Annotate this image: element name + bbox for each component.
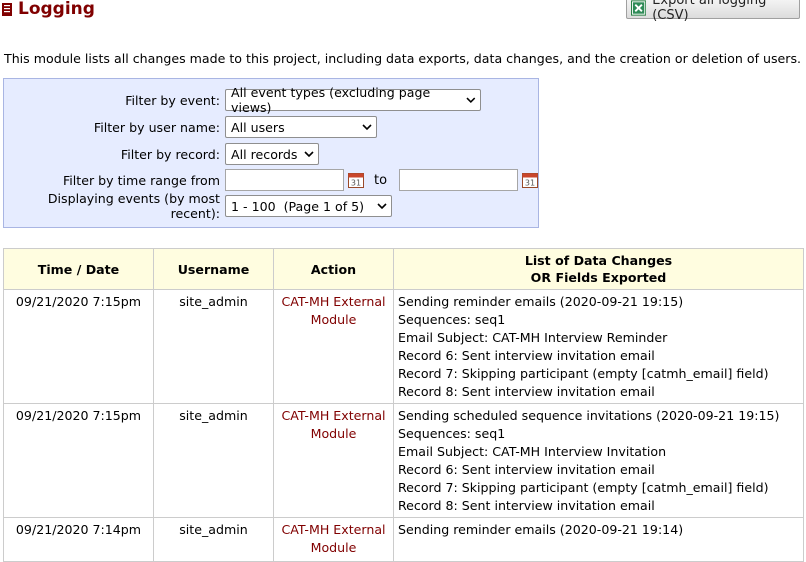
- row-time: 09/21/2020 7:15pm: [3, 289, 154, 404]
- row-time: 09/21/2020 7:15pm: [3, 403, 154, 518]
- filter-event-select[interactable]: All event types (excluding page views): [225, 85, 481, 115]
- module-description: This module lists all changes made to th…: [4, 51, 802, 66]
- chevron-down-icon: [304, 151, 314, 158]
- change-line: Record 6: Sent interview invitation emai…: [398, 348, 655, 363]
- display-range-label: Displaying events (by most recent):: [47, 191, 220, 221]
- logging-book-icon: [2, 2, 12, 16]
- change-line: Sequences: seq1: [398, 426, 506, 441]
- column-header-username: Username: [153, 248, 274, 290]
- row-time: 09/21/2020 7:14pm: [3, 517, 154, 562]
- change-line: Record 8: Sent interview invitation emai…: [398, 384, 655, 399]
- time-from-input[interactable]: [225, 169, 344, 191]
- column-header-action: Action: [273, 248, 394, 290]
- column-header-changes: List of Data Changes OR Fields Exported: [393, 248, 804, 290]
- display-range-value: 1 - 100 (Page 1 of 5): [231, 198, 365, 214]
- change-line: Record 6: Sent interview invitation emai…: [398, 462, 655, 477]
- page-title-text: Logging: [18, 0, 95, 19]
- filter-user-select[interactable]: All users: [225, 116, 377, 138]
- change-line: Email Subject: CAT-MH Interview Invitati…: [398, 444, 667, 459]
- filter-record-select[interactable]: All records: [225, 143, 319, 165]
- calendar-icon[interactable]: 31: [522, 172, 539, 188]
- filter-event-value: All event types (excluding page views): [231, 85, 431, 115]
- row-action: CAT-MH External Module: [273, 517, 394, 562]
- excel-icon: [631, 0, 647, 16]
- chevron-down-icon: [466, 97, 476, 104]
- filter-time-row: Filter by time range from 31 to 31: [4, 168, 539, 192]
- change-line: Sending scheduled sequence invitations (…: [398, 408, 780, 423]
- filter-user-value: All users: [231, 119, 285, 135]
- change-line: Record 7: Skipping participant (empty [c…: [398, 366, 769, 381]
- filter-record-value: All records: [231, 146, 298, 162]
- filter-event-label: Filter by event:: [125, 92, 220, 108]
- filter-record-row: Filter by record: All records: [4, 142, 319, 166]
- filter-user-label: Filter by user name:: [93, 119, 220, 135]
- filter-event-row: Filter by event: All event types (exclud…: [4, 85, 481, 115]
- filter-record-label: Filter by record:: [120, 146, 220, 162]
- page-title: Logging: [2, 0, 95, 22]
- export-csv-button[interactable]: Export all logging (CSV): [626, 0, 800, 23]
- row-username: site_admin: [153, 403, 274, 518]
- row-action: CAT-MH External Module: [273, 289, 394, 404]
- time-to-label: to: [374, 172, 388, 188]
- row-changes: Sending reminder emails (2020-09-21 19:1…: [393, 517, 804, 562]
- change-line: Record 8: Sent interview invitation emai…: [398, 498, 655, 513]
- column-header-time: Time / Date: [3, 248, 154, 290]
- svg-text:31: 31: [351, 179, 361, 188]
- column-header-changes-line1: List of Data Changes: [524, 253, 673, 268]
- chevron-down-icon: [362, 124, 372, 131]
- time-to-input[interactable]: [399, 169, 519, 191]
- filter-user-row: Filter by user name: All users: [4, 115, 377, 139]
- display-range-select[interactable]: 1 - 100 (Page 1 of 5): [225, 195, 392, 217]
- row-username: site_admin: [153, 517, 274, 562]
- change-line: Email Subject: CAT-MH Interview Reminder: [398, 330, 668, 345]
- chevron-down-icon: [377, 203, 387, 210]
- export-csv-label: Export all logging (CSV): [652, 0, 767, 23]
- table-row: 09/21/2020 7:14pm site_admin CAT-MH Exte…: [3, 517, 804, 562]
- change-line: Sending reminder emails (2020-09-21 19:1…: [398, 294, 684, 309]
- svg-text:31: 31: [525, 179, 535, 188]
- column-header-changes-line2: OR Fields Exported: [530, 270, 667, 285]
- logging-table: Time / Date Username Action List of Data…: [3, 248, 804, 562]
- row-changes: Sending reminder emails (2020-09-21 19:1…: [393, 289, 804, 404]
- calendar-icon[interactable]: 31: [348, 172, 364, 188]
- filter-panel: Filter by event: All event types (exclud…: [3, 78, 539, 228]
- table-header-row: Time / Date Username Action List of Data…: [3, 248, 804, 290]
- filter-time-label: Filter by time range from: [62, 172, 220, 188]
- display-range-row: Displaying events (by most recent): 1 - …: [4, 191, 392, 221]
- table-row: 09/21/2020 7:15pm site_admin CAT-MH Exte…: [3, 289, 804, 404]
- row-changes: Sending scheduled sequence invitations (…: [393, 403, 804, 518]
- change-line: Sending reminder emails (2020-09-21 19:1…: [398, 522, 684, 537]
- change-line: Record 7: Skipping participant (empty [c…: [398, 480, 769, 495]
- table-row: 09/21/2020 7:15pm site_admin CAT-MH Exte…: [3, 403, 804, 518]
- change-line: Sequences: seq1: [398, 312, 506, 327]
- row-action: CAT-MH External Module: [273, 403, 394, 518]
- row-username: site_admin: [153, 289, 274, 404]
